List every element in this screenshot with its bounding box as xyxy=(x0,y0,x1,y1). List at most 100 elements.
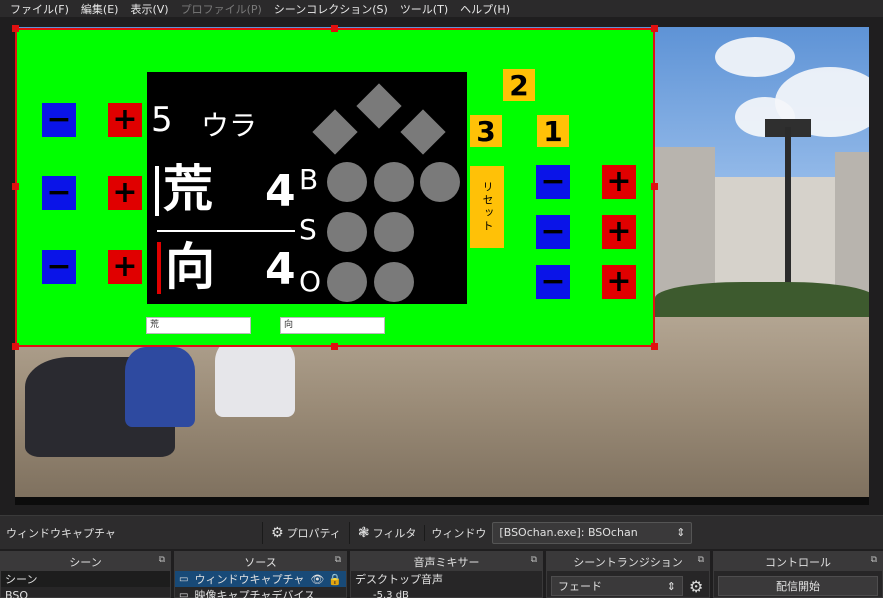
menu-help[interactable]: ヘルプ(H) xyxy=(454,1,516,17)
preview-canvas[interactable]: − + − + − + 5 ウラ 荒 4 向 4 B S O 2 3 1 リセッ… xyxy=(0,17,883,515)
selected-source-name: ウィンドウキャプチャ xyxy=(6,526,116,540)
window-icon: ▭ xyxy=(179,573,189,585)
mixer-dock-title: 音声ミキサー ⧉ xyxy=(351,552,542,571)
menu-edit[interactable]: 編集(E) xyxy=(75,1,125,17)
float-icon[interactable]: ⧉ xyxy=(159,555,165,565)
inning-number: 5 xyxy=(151,100,173,140)
bottom-score-plus-button[interactable]: + xyxy=(108,250,142,284)
float-icon[interactable]: ⧉ xyxy=(531,555,537,565)
top-team-input[interactable]: 荒 xyxy=(146,317,251,334)
bottom-team-score: 4 xyxy=(265,244,296,295)
strike-lamp xyxy=(374,212,414,252)
resize-handle[interactable] xyxy=(12,183,19,190)
bottom-score-minus-button[interactable]: − xyxy=(42,250,76,284)
scenes-dock-title: シーン ⧉ xyxy=(1,552,170,571)
out-label: O xyxy=(299,265,322,298)
transitions-dock: シーントランジション ⧉ フェード ⇕ ⚙ xyxy=(546,551,710,598)
start-streaming-button[interactable]: 配信開始 xyxy=(718,576,878,596)
bottom-team-name: 向 xyxy=(165,238,215,296)
window-select[interactable]: [BSOchan.exe]: BSOchan ⇕ xyxy=(492,521,693,544)
team-divider xyxy=(157,230,295,232)
batting-indicator-bottom xyxy=(157,242,161,294)
menu-bar: ファイル(F) 編集(E) 表示(V) プロファイル(P) シーンコレクション(… xyxy=(0,0,883,17)
scenes-dock: シーン ⧉ シーン BSO xyxy=(0,551,171,598)
menu-profile: プロファイル(P) xyxy=(180,2,262,16)
camera-icon: ▭ xyxy=(179,589,189,598)
chevron-updown-icon: ⇕ xyxy=(666,579,676,593)
lock-icon[interactable]: 🔒 xyxy=(328,573,342,586)
top-score-minus-button[interactable]: − xyxy=(42,176,76,210)
top-team-score: 4 xyxy=(265,166,296,217)
out-lamp xyxy=(374,262,414,302)
runner-first-button[interactable]: 1 xyxy=(537,115,569,148)
eye-icon[interactable]: 👁 xyxy=(310,573,324,586)
properties-button[interactable]: ⚙ プロパティ xyxy=(262,521,349,544)
resize-handle[interactable] xyxy=(651,25,658,32)
resize-handle[interactable] xyxy=(12,343,19,350)
runner-third-button[interactable]: 3 xyxy=(470,115,502,148)
runner-second-button[interactable]: 2 xyxy=(503,69,535,102)
transition-select[interactable]: フェード ⇕ xyxy=(551,576,683,596)
window-capture-source[interactable]: − + − + − + 5 ウラ 荒 4 向 4 B S O 2 3 1 リセッ… xyxy=(12,25,658,350)
scene-item[interactable]: BSO xyxy=(1,587,170,598)
source-item[interactable]: ▭ ウィンドウキャプチャ 👁 🔒 xyxy=(175,571,346,587)
resize-handle[interactable] xyxy=(331,343,338,350)
ball-lamp xyxy=(420,162,460,202)
gear-icon: ⚙ xyxy=(271,524,284,541)
top-score-plus-button[interactable]: + xyxy=(108,176,142,210)
reset-button[interactable]: リセット xyxy=(470,166,504,248)
ball-plus-button[interactable]: + xyxy=(602,165,636,199)
controls-dock: コントロール ⧉ 配信開始 xyxy=(713,551,883,598)
umpire xyxy=(125,347,195,427)
menu-scene-collection[interactable]: シーンコレクション(S) xyxy=(268,1,394,17)
strike-plus-button[interactable]: + xyxy=(602,215,636,249)
inning-plus-button[interactable]: + xyxy=(108,103,142,137)
first-base xyxy=(400,109,446,155)
filters-label: フィルタ xyxy=(372,526,417,540)
float-icon[interactable]: ⧉ xyxy=(335,555,341,565)
filter-icon: ❃ xyxy=(357,524,370,541)
filters-button[interactable]: ❃ フィルタ xyxy=(348,521,425,544)
resize-handle[interactable] xyxy=(12,25,19,32)
audio-mixer-dock: 音声ミキサー ⧉ デスクトップ音声 -5.3 dB xyxy=(350,551,543,598)
controls-dock-title: コントロール ⧉ xyxy=(714,552,882,571)
strike-label: S xyxy=(299,213,317,246)
third-base xyxy=(312,109,358,155)
source-item[interactable]: ▭ 映像キャプチャデバイス xyxy=(175,587,346,598)
mixer-channel-name: デスクトップ音声 xyxy=(355,573,443,586)
video-letterbox xyxy=(15,497,869,505)
batter xyxy=(215,337,295,417)
menu-file[interactable]: ファイル(F) xyxy=(4,1,75,17)
source-toolbar: ウィンドウキャプチャ ⚙ プロパティ ❃ フィルタ ウィンドウ [BSOchan… xyxy=(0,515,883,549)
ball-lamp xyxy=(327,162,367,202)
bottom-team-input[interactable]: 向 xyxy=(280,317,385,334)
properties-label: プロパティ xyxy=(286,526,341,540)
ball-lamp xyxy=(374,162,414,202)
batting-indicator-top xyxy=(155,166,159,216)
strike-minus-button[interactable]: − xyxy=(536,215,570,249)
out-minus-button[interactable]: − xyxy=(536,265,570,299)
resize-handle[interactable] xyxy=(651,343,658,350)
menu-view[interactable]: 表示(V) xyxy=(124,1,174,17)
inning-half: ウラ xyxy=(201,109,258,142)
menu-tools[interactable]: ツール(T) xyxy=(394,1,454,17)
strike-lamp xyxy=(327,212,367,252)
inning-minus-button[interactable]: − xyxy=(42,103,76,137)
scene-item[interactable]: シーン xyxy=(1,571,170,587)
trees xyxy=(655,282,869,322)
scoreboard: 5 ウラ 荒 4 向 4 B S O xyxy=(147,72,467,304)
float-icon[interactable]: ⧉ xyxy=(871,555,877,565)
window-select-value: [BSOchan.exe]: BSOchan xyxy=(499,526,638,539)
cloud xyxy=(715,37,795,77)
out-plus-button[interactable]: + xyxy=(602,265,636,299)
sources-dock: ソース ⧉ ▭ ウィンドウキャプチャ 👁 🔒 ▭ 映像キャプチャデバイス xyxy=(174,551,347,598)
ball-label: B xyxy=(299,163,319,196)
ball-minus-button[interactable]: − xyxy=(536,165,570,199)
top-team-name: 荒 xyxy=(163,160,213,218)
gear-icon[interactable]: ⚙ xyxy=(689,577,703,596)
float-icon[interactable]: ⧉ xyxy=(698,555,704,565)
second-base xyxy=(356,83,402,129)
resize-handle[interactable] xyxy=(331,25,338,32)
transitions-dock-title: シーントランジション ⧉ xyxy=(547,552,709,571)
resize-handle[interactable] xyxy=(651,183,658,190)
